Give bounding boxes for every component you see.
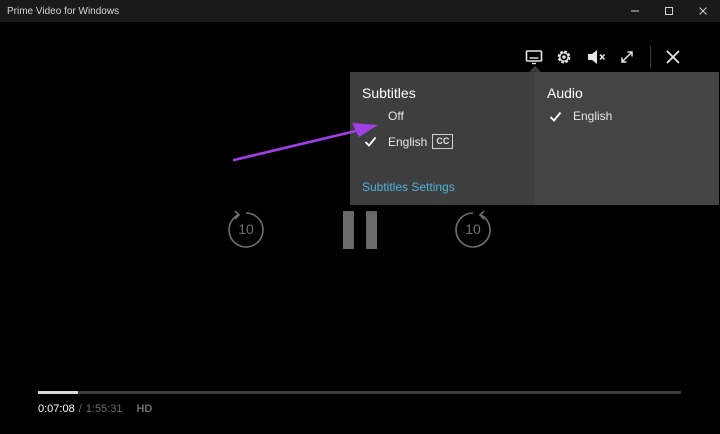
minimize-icon [631,10,639,12]
controls-divider [650,46,651,68]
video-player[interactable]: 10 10 Subtitles Off English CC Subtitles… [0,22,720,434]
rewind-seconds-label: 10 [238,221,254,237]
time-display: 0:07:08 / 1:55:31 HD [38,403,152,415]
pause-icon-bar-left [343,211,354,249]
subtitles-audio-menu: Subtitles Off English CC Subtitles Setti… [350,72,719,205]
window-close-button[interactable] [686,0,720,22]
total-time: 1:55:31 [85,403,123,415]
window-title: Prime Video for Windows [7,5,120,17]
mute-button[interactable] [585,46,607,68]
audio-section: Audio English [535,72,719,205]
fullscreen-icon [621,51,633,63]
subtitle-option-label: Off [388,109,404,123]
title-bar: Prime Video for Windows [0,0,720,22]
close-player-button[interactable] [662,46,684,68]
mute-icon [588,50,606,64]
close-icon [666,50,680,64]
fullscreen-button[interactable] [616,46,638,68]
current-time: 0:07:08 [38,403,75,415]
pause-icon-bar-right [366,211,377,249]
cc-badge: CC [432,134,454,149]
audio-option-label: English [573,109,613,123]
subtitles-heading: Subtitles [362,85,416,101]
audio-heading: Audio [547,85,583,101]
subtitle-option-off[interactable]: Off [364,109,404,123]
annotation-arrow-icon [232,123,378,162]
forward-10-button[interactable]: 10 [453,208,493,252]
subtitles-button[interactable] [523,46,545,68]
time-separator: / [78,403,82,415]
progress-fill [38,391,78,394]
checkmark-icon [549,111,565,122]
progress-bar[interactable] [38,391,681,394]
minimize-button[interactable] [618,0,652,22]
subtitle-option-label: English [388,134,428,149]
maximize-button[interactable] [652,0,686,22]
close-icon [699,7,707,15]
forward-seconds-label: 10 [465,221,481,237]
settings-gear-icon [557,50,571,64]
audio-option-english[interactable]: English [549,109,612,123]
subtitles-icon [525,50,543,65]
pause-button[interactable] [343,211,377,249]
settings-button[interactable] [553,46,575,68]
maximize-icon [665,7,673,15]
rewind-10-button[interactable]: 10 [226,208,266,252]
quality-badge: HD [136,403,153,415]
subtitles-settings-link[interactable]: Subtitles Settings [362,180,455,194]
